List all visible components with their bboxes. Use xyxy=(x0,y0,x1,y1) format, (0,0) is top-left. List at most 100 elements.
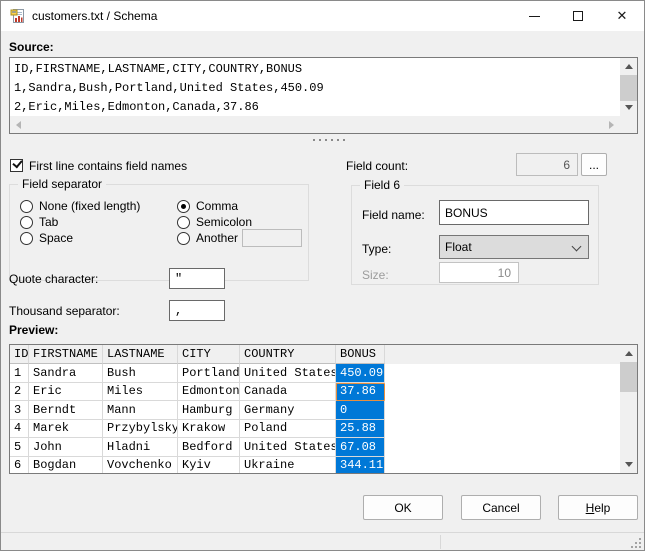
table-cell[interactable]: 67.08 xyxy=(336,438,385,457)
column-header[interactable]: BONUS xyxy=(336,345,385,364)
table-cell[interactable]: Portland xyxy=(178,364,240,383)
table-cell[interactable]: Przybylsky xyxy=(103,420,178,439)
ok-button[interactable]: OK xyxy=(363,495,443,520)
size-input[interactable]: 10 xyxy=(439,262,519,283)
field-separator-group: Field separator None (fixed length) Tab … xyxy=(9,184,309,281)
table-cell[interactable]: John xyxy=(29,438,103,457)
radio-icon xyxy=(20,216,33,229)
maximize-icon xyxy=(573,11,583,21)
scrollbar-corner xyxy=(620,116,637,133)
table-row: 1SandraBushPortlandUnited States450.09 xyxy=(10,364,620,383)
radio-another[interactable]: Another xyxy=(177,231,238,245)
quote-character-input[interactable]: " xyxy=(169,268,225,289)
table-cell[interactable]: 37.86 xyxy=(336,383,385,402)
column-header[interactable]: FIRSTNAME xyxy=(29,345,103,364)
table-cell[interactable]: Eric xyxy=(29,383,103,402)
table-cell[interactable]: Bedford xyxy=(178,438,240,457)
scroll-down-icon[interactable] xyxy=(625,105,633,110)
scroll-down-icon[interactable] xyxy=(625,462,633,467)
radio-semicolon[interactable]: Semicolon xyxy=(177,215,252,229)
table-cell[interactable]: Marek xyxy=(29,420,103,439)
column-header[interactable]: CITY xyxy=(178,345,240,364)
size-label: Size: xyxy=(362,268,389,282)
field-name-input[interactable]: BONUS xyxy=(439,200,589,225)
thousand-separator-input[interactable]: , xyxy=(169,300,225,321)
table-cell[interactable]: Kyiv xyxy=(178,457,240,474)
table-cell[interactable]: Hladni xyxy=(103,438,178,457)
field6-group: Field 6 Field name: BONUS Type: Float Si… xyxy=(351,185,599,285)
field-count-label: Field count: xyxy=(346,159,408,173)
field6-legend: Field 6 xyxy=(360,178,404,192)
table-cell[interactable]: Berndt xyxy=(29,401,103,420)
preview-vertical-scrollbar[interactable] xyxy=(620,345,637,473)
maximize-button[interactable] xyxy=(556,1,600,31)
table-cell[interactable]: 3 xyxy=(10,401,29,420)
column-header[interactable]: ID xyxy=(10,345,29,364)
scroll-right-icon[interactable] xyxy=(609,121,614,129)
preview-scrollbar-thumb[interactable] xyxy=(620,362,637,392)
resize-grip-icon[interactable] xyxy=(631,538,641,548)
minimize-button[interactable] xyxy=(512,1,556,31)
title-bar: customers.txt / Schema ✕ xyxy=(1,1,644,31)
column-header[interactable]: LASTNAME xyxy=(103,345,178,364)
source-scrollbar-thumb[interactable] xyxy=(620,75,637,101)
first-line-checkbox[interactable] xyxy=(10,159,23,172)
table-cell[interactable]: 2 xyxy=(10,383,29,402)
table-cell[interactable]: Ukraine xyxy=(240,457,336,474)
table-cell[interactable]: 5 xyxy=(10,438,29,457)
thousand-separator-label: Thousand separator: xyxy=(9,304,120,318)
type-dropdown[interactable]: Float xyxy=(439,235,589,259)
table-cell[interactable]: Vovchenko xyxy=(103,457,178,474)
table-row: 3BerndtMannHamburgGermany0 xyxy=(10,401,620,420)
table-cell[interactable]: Bogdan xyxy=(29,457,103,474)
table-row: 6BogdanVovchenkoKyivUkraine344.11 xyxy=(10,457,620,474)
preview-label: Preview: xyxy=(9,323,58,337)
field-count-browse-button[interactable]: ... xyxy=(581,153,607,176)
scroll-up-icon[interactable] xyxy=(625,64,633,69)
radio-tab[interactable]: Tab xyxy=(20,215,58,229)
scroll-up-icon[interactable] xyxy=(625,351,633,356)
table-cell[interactable]: Krakow xyxy=(178,420,240,439)
table-cell[interactable]: 6 xyxy=(10,457,29,474)
table-cell[interactable]: 0 xyxy=(336,401,385,420)
radio-icon xyxy=(177,200,190,213)
table-cell[interactable]: United States xyxy=(240,364,336,383)
source-content: ID,FIRSTNAME,LASTNAME,CITY,COUNTRY,BONUS… xyxy=(10,58,620,116)
table-cell[interactable]: Mann xyxy=(103,401,178,420)
table-row: 4MarekPrzybylskyKrakowPoland25.88 xyxy=(10,420,620,439)
table-cell[interactable]: Canada xyxy=(240,383,336,402)
table-cell[interactable]: 25.88 xyxy=(336,420,385,439)
table-cell[interactable]: Germany xyxy=(240,401,336,420)
column-header[interactable]: COUNTRY xyxy=(240,345,336,364)
cancel-button[interactable]: Cancel xyxy=(461,495,541,520)
source-text-area[interactable]: ID,FIRSTNAME,LASTNAME,CITY,COUNTRY,BONUS… xyxy=(9,57,638,134)
table-cell[interactable]: Bush xyxy=(103,364,178,383)
source-vertical-scrollbar[interactable] xyxy=(620,58,637,116)
help-button[interactable]: Help xyxy=(558,495,638,520)
table-cell[interactable]: 344.11 xyxy=(336,457,385,474)
splitter-handle[interactable] xyxy=(313,139,345,141)
close-button[interactable]: ✕ xyxy=(600,1,644,31)
table-cell[interactable]: Hamburg xyxy=(178,401,240,420)
table-cell[interactable]: 4 xyxy=(10,420,29,439)
preview-header-row: IDFIRSTNAMELASTNAMECITYCOUNTRYBONUS xyxy=(10,345,620,364)
field-count-value[interactable]: 6 xyxy=(516,153,578,176)
table-cell[interactable]: 1 xyxy=(10,364,29,383)
radio-icon xyxy=(177,232,190,245)
another-separator-input[interactable] xyxy=(242,229,302,247)
table-cell[interactable]: United States xyxy=(240,438,336,457)
chevron-down-icon xyxy=(573,243,581,251)
radio-space[interactable]: Space xyxy=(20,231,73,245)
source-horizontal-scrollbar[interactable] xyxy=(10,116,620,133)
preview-table: IDFIRSTNAMELASTNAMECITYCOUNTRYBONUS1Sand… xyxy=(9,344,638,474)
table-cell[interactable]: Miles xyxy=(103,383,178,402)
table-cell[interactable]: Sandra xyxy=(29,364,103,383)
radio-icon xyxy=(20,200,33,213)
radio-label: None (fixed length) xyxy=(39,199,140,213)
table-cell[interactable]: Poland xyxy=(240,420,336,439)
table-cell[interactable]: Edmonton xyxy=(178,383,240,402)
scroll-left-icon[interactable] xyxy=(16,121,21,129)
table-cell[interactable]: 450.09 xyxy=(336,364,385,383)
radio-none[interactable]: None (fixed length) xyxy=(20,199,140,213)
radio-comma[interactable]: Comma xyxy=(177,199,238,213)
